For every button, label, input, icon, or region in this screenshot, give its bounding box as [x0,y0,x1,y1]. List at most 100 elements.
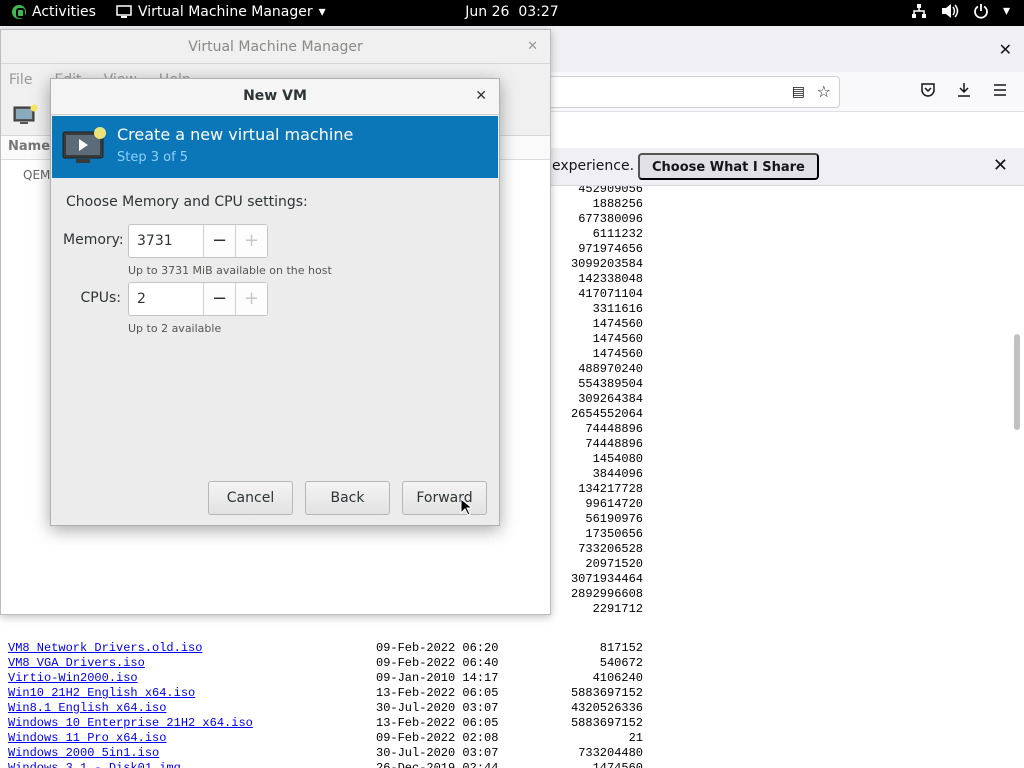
listing-row: VM8 VGA Drivers.iso 09-Feb-2022 06:40 5406… [8,656,648,671]
size-cell: 20971520 [585,557,643,571]
size-cell: 56190976 [585,512,643,526]
close-icon[interactable]: ✕ [527,30,538,64]
cpus-decrement-button[interactable]: − [203,283,235,315]
url-bar[interactable]: ▤ ☆ [548,76,840,108]
size-cell: 1474560 [592,332,643,346]
dialog-body: Choose Memory and CPU settings: Memory: … [51,178,499,526]
hamburger-menu-icon[interactable] [992,82,1008,98]
size-cell: 417071104 [578,287,643,301]
virt-manager-app-icon [116,5,132,18]
size-cell: 733206528 [578,542,643,556]
listing-row: Windows 10 Enterprise 21H2 x64.iso 13-Feb… [8,716,648,731]
listing-row: Virtio-Win2000.iso 09-Jan-2010 14:17 41062… [8,671,648,686]
file-link[interactable]: Windows 10 Enterprise 21H2 x64.iso [8,716,253,731]
size-cell: 2291712 [592,602,643,616]
file-date: 09-Feb-2022 06:40 [376,656,499,670]
file-size: 540672 [599,656,643,670]
choose-what-i-share-button[interactable]: Choose What I Share [638,153,819,180]
size-cell: 554389504 [578,377,643,391]
file-link[interactable]: Win10 21H2 English x64.iso [8,686,195,701]
size-cell: 2654552064 [570,407,643,421]
new-vm-dialog: New VM ✕ Create a new virtual machine St… [50,78,500,526]
banner-step: Step 3 of 5 [117,150,189,165]
file-size: 733204480 [578,746,643,760]
intro-label: Choose Memory and CPU settings: [66,194,308,210]
memory-input[interactable] [129,225,203,257]
menu-file[interactable]: File [9,72,32,88]
back-button[interactable]: Back [305,481,390,515]
size-cell: 142338048 [578,272,643,286]
listing-row: VM8 Network Drivers.old.iso 09-Feb-2022 0… [8,641,648,656]
size-cell: 452909056 [578,186,643,196]
file-link[interactable]: VM8 Network Drivers.old.iso [8,641,202,656]
fedora-logo-icon [12,5,26,19]
file-date: 09-Feb-2022 02:08 [376,731,499,745]
system-tray[interactable]: ▾ [911,3,1010,19]
size-cell: 6111232 [592,227,643,241]
listing-row: Windows 11 Pro x64.iso 09-Feb-2022 02:08 2… [8,731,648,746]
clock[interactable]: Jun 26 03:27 [465,4,558,20]
reader-view-icon[interactable]: ▤ [792,84,805,100]
size-cell: 309264384 [578,392,643,406]
size-cell: 677380096 [578,212,643,226]
cpus-label: CPUs: [80,290,121,306]
memory-decrement-button[interactable]: − [203,225,235,257]
cpus-increment-button[interactable]: + [235,283,267,315]
memory-increment-button[interactable]: + [235,225,267,257]
app-menu-button[interactable]: Virtual Machine Manager ▾ [116,4,326,20]
file-link[interactable]: Virtio-Win2000.iso [8,671,138,686]
new-vm-icon[interactable] [13,104,39,126]
file-link[interactable]: Win8.1 English x64.iso [8,701,166,716]
close-icon[interactable]: ✕ [999,40,1012,59]
file-size: 5883697152 [570,716,643,730]
size-cell: 134217728 [578,482,643,496]
cancel-button[interactable]: Cancel [208,481,293,515]
file-date: 30-Jul-2020 03:07 [376,746,499,760]
downloads-icon[interactable] [956,82,972,98]
pocket-icon[interactable] [920,82,936,98]
file-date: 26-Dec-2019 02:44 [376,761,499,768]
file-date: 09-Jan-2010 14:17 [376,671,499,685]
file-link[interactable]: Windows 3.1 - Disk01.img [8,761,181,768]
wizard-banner: Create a new virtual machine Step 3 of 5 [52,116,498,178]
size-cell: 488970240 [578,362,643,376]
file-link[interactable]: Windows 2000 5in1.iso [8,746,159,761]
listing-row: Win8.1 English x64.iso 30-Jul-2020 03:07 4… [8,701,648,716]
size-cell: 3071934464 [570,572,643,586]
activities-button[interactable]: Activities [12,4,96,20]
forward-button[interactable]: Forward [402,481,487,515]
close-icon[interactable]: ✕ [993,155,1008,176]
file-size: 4106240 [592,671,643,685]
power-icon [974,4,988,19]
mouse-cursor-icon [460,498,472,516]
dialog-title: New VM [243,88,307,104]
scrollbar-thumb[interactable] [1014,334,1020,430]
memory-spinner: − + [128,224,268,258]
banner-title: Create a new virtual machine [117,125,354,144]
vmm-titlebar: Virtual Machine Manager ✕ [1,30,550,64]
close-icon[interactable]: ✕ [475,79,487,113]
bookmark-star-icon[interactable]: ☆ [817,82,831,101]
cpus-spinner: − + [128,282,268,316]
size-cell: 2892996608 [570,587,643,601]
vmm-window-title: Virtual Machine Manager [188,39,363,55]
page-scrollbar[interactable] [1014,214,1020,768]
size-cell: 99614720 [585,497,643,511]
file-date: 13-Feb-2022 06:05 [376,716,499,730]
size-cell: 74448896 [585,422,643,436]
size-cell: 3311616 [592,302,643,316]
file-link[interactable]: VM8 VGA Drivers.iso [8,656,145,671]
file-link[interactable]: Windows 11 Pro x64.iso [8,731,166,746]
listing-row: Windows 3.1 - Disk01.img 26-Dec-2019 02:4… [8,761,648,768]
activities-label: Activities [32,4,96,20]
cpus-input[interactable] [129,283,203,315]
size-cell: 3844096 [592,467,643,481]
network-icon [911,4,926,18]
volume-icon [941,4,959,18]
app-menu-label: Virtual Machine Manager [138,4,313,20]
chevron-down-icon: ▾ [318,4,326,20]
chevron-down-icon: ▾ [1002,3,1010,19]
column-name-header[interactable]: Name [8,139,50,154]
listing-row: Win10 21H2 English x64.iso 13-Feb-2022 06… [8,686,648,701]
file-size: 4320526336 [570,701,643,715]
